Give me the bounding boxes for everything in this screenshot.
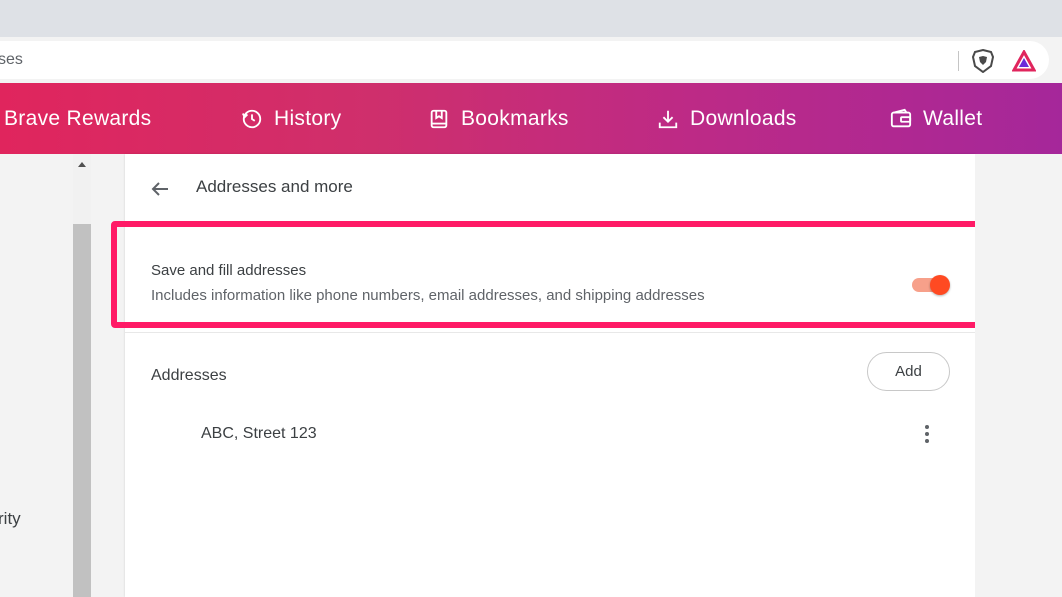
nav-wallet[interactable]: Wallet [890, 83, 982, 154]
settings-sidebar: rity [0, 154, 73, 597]
add-address-button[interactable]: Add [867, 352, 950, 391]
back-button[interactable] [145, 174, 175, 204]
nav-bookmarks-label: Bookmarks [461, 106, 569, 130]
scroll-up-arrow-icon[interactable] [78, 162, 86, 167]
wallet-icon [890, 108, 912, 127]
nav-history-label: History [274, 106, 342, 130]
nav-brave-rewards[interactable]: Brave Rewards [4, 83, 151, 154]
back-arrow-icon [151, 182, 168, 196]
sidebar-item-security[interactable]: rity [0, 509, 21, 529]
nav-history[interactable]: History [241, 83, 341, 154]
page-title: Addresses and more [196, 177, 353, 196]
url-text[interactable]: ses [0, 51, 23, 69]
address-bar[interactable]: ses [0, 41, 1049, 79]
more-actions-icon[interactable] [915, 422, 939, 446]
bookmarks-icon [430, 109, 448, 128]
addresses-card: Addresses and more Save and fill address… [111, 154, 993, 597]
address-item: ABC, Street 123 [201, 425, 317, 442]
nav-downloads-label: Downloads [690, 106, 797, 130]
brave-toolbar: Brave Rewards History Bookmarks Download… [0, 83, 1062, 154]
nav-bookmarks[interactable]: Bookmarks [428, 83, 569, 154]
downloads-icon [658, 110, 678, 128]
tab-strip [0, 0, 1062, 37]
sidebar-scrollbar[interactable] [73, 154, 91, 597]
nav-wallet-label: Wallet [923, 106, 983, 130]
divider [125, 332, 975, 333]
save-fill-title: Save and fill addresses [151, 262, 307, 279]
nav-downloads[interactable]: Downloads [657, 83, 797, 154]
addresses-section-label: Addresses [151, 367, 227, 384]
history-icon [242, 109, 262, 128]
save-fill-description: Includes information like phone numbers,… [151, 287, 705, 304]
scroll-thumb[interactable] [73, 224, 91, 597]
right-background [975, 154, 1062, 597]
brave-shield-icon[interactable] [972, 49, 994, 73]
toggle-knob [930, 275, 950, 295]
url-divider [958, 51, 959, 71]
brave-rewards-triangle-icon[interactable] [1012, 50, 1036, 72]
nav-brave-rewards-label: Brave Rewards [4, 106, 152, 130]
save-fill-toggle[interactable] [910, 275, 950, 295]
